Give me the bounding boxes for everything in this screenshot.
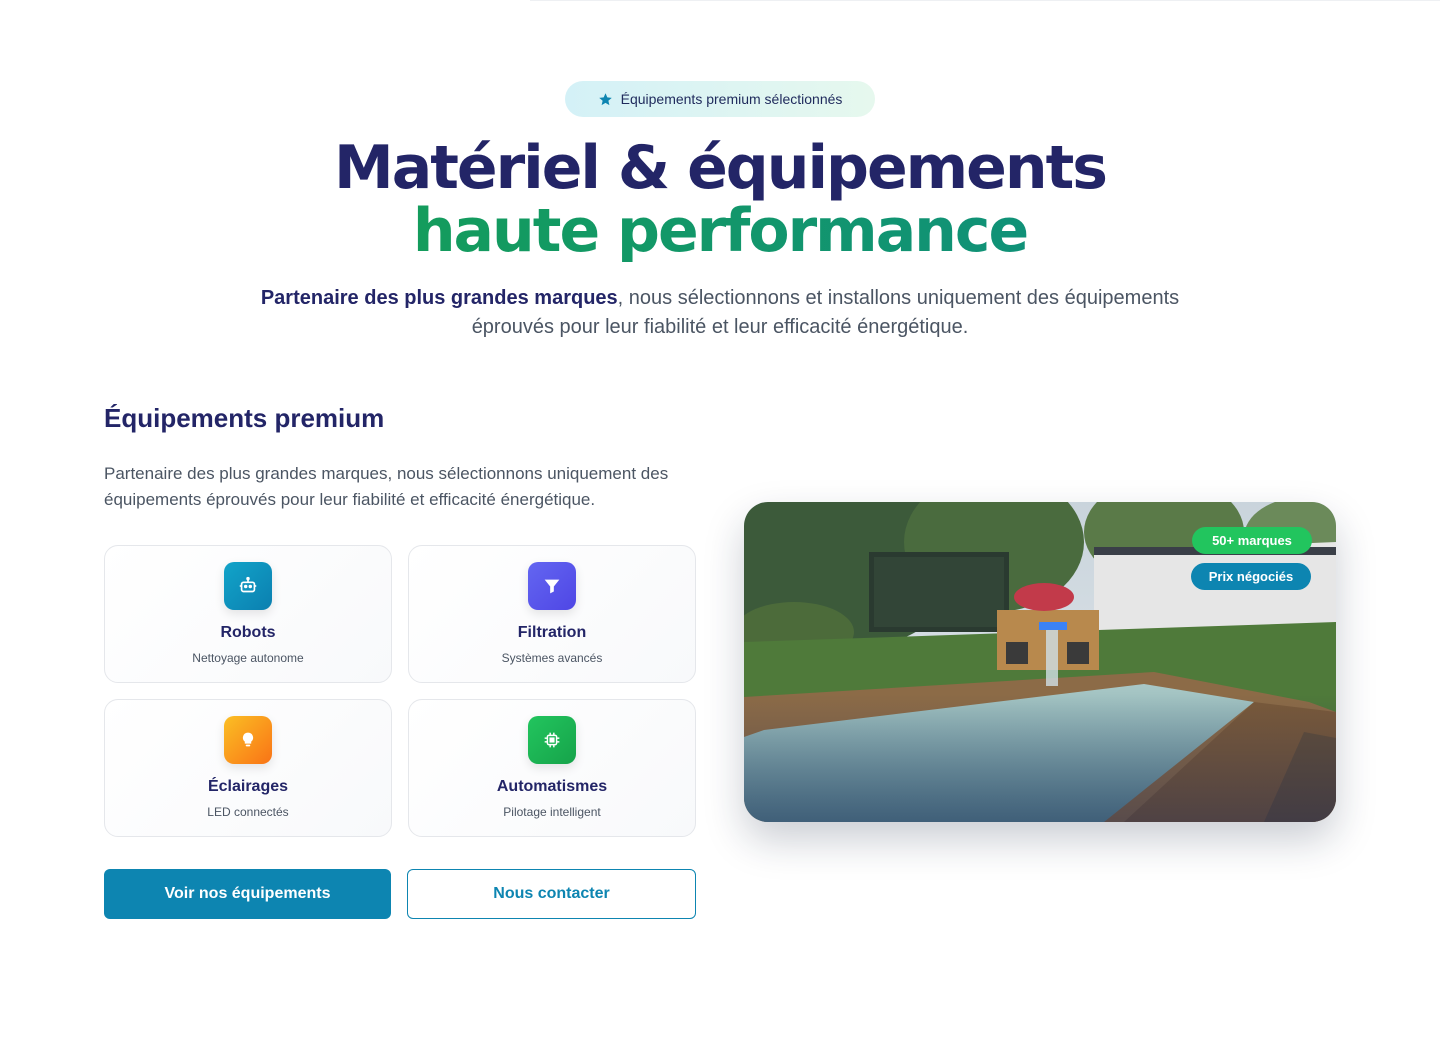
card-title: Éclairages bbox=[207, 778, 289, 795]
card-subtitle: Systèmes avancés bbox=[501, 651, 603, 665]
hero-title: Matériel & équipements haute performance bbox=[0, 136, 1440, 262]
hero-title-line2: haute performance bbox=[0, 200, 1440, 262]
brands-chip: 50+ marques bbox=[1192, 527, 1312, 554]
contact-button[interactable]: Nous contacter bbox=[407, 869, 696, 919]
section-description: Partenaire des plus grandes marques, nou… bbox=[104, 464, 669, 509]
card-subtitle: Nettoyage autonome bbox=[192, 651, 304, 665]
filter-icon bbox=[528, 562, 576, 610]
card-robots[interactable]: Robots Nettoyage autonome bbox=[104, 545, 392, 683]
section-title: Équipements premium bbox=[104, 403, 385, 433]
card-subtitle: LED connectés bbox=[207, 805, 289, 819]
top-divider bbox=[530, 0, 1440, 1]
card-automatismes[interactable]: Automatismes Pilotage intelligent bbox=[408, 699, 696, 837]
lightbulb-icon bbox=[224, 716, 272, 764]
star-icon bbox=[598, 92, 612, 105]
card-eclairages[interactable]: Éclairages LED connectés bbox=[104, 699, 392, 837]
card-title: Robots bbox=[220, 624, 276, 641]
badge-label: Équipements premium sélectionnés bbox=[620, 91, 843, 107]
card-title: Automatismes bbox=[496, 778, 608, 795]
view-equipment-button[interactable]: Voir nos équipements bbox=[104, 869, 391, 919]
card-subtitle: Pilotage intelligent bbox=[503, 805, 601, 819]
hero-description-strong: Partenaire des plus grandes marques bbox=[260, 287, 618, 309]
robot-icon bbox=[224, 562, 272, 610]
card-title: Filtration bbox=[517, 624, 587, 641]
prices-chip: Prix négociés bbox=[1191, 563, 1311, 590]
premium-badge: Équipements premium sélectionnés bbox=[565, 81, 875, 117]
hero-title-line1: Matériel & équipements bbox=[334, 133, 1108, 203]
hero-description: Partenaire des plus grandes marques, nou… bbox=[240, 284, 1200, 342]
card-filtration[interactable]: Filtration Systèmes avancés bbox=[408, 545, 696, 683]
chip-icon bbox=[528, 716, 576, 764]
